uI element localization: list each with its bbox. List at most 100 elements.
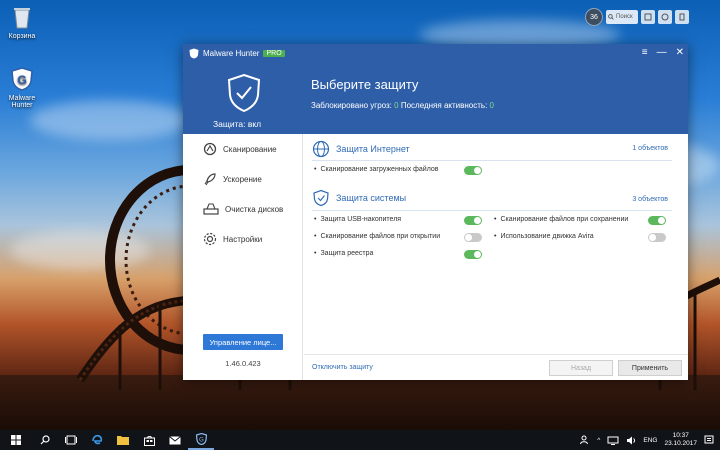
option-label: Сканирование загруженных файлов [320, 166, 439, 173]
protection-status: Защита: вкл [213, 119, 262, 129]
desktop-icon-label: Malware Hunter [8, 95, 36, 109]
sidebar-item-label: Очистка дисков [225, 204, 284, 214]
sidebar-item-label: Настройки [223, 234, 263, 244]
toggle-scan-on-open[interactable] [464, 233, 482, 242]
toggle-registry-protection[interactable] [464, 250, 482, 259]
svg-text:G: G [199, 438, 204, 444]
toggle-scan-on-save[interactable] [648, 216, 666, 225]
title-bar[interactable]: Malware Hunter PRO ≡ — ✕ [183, 44, 688, 63]
disk-clean-icon [203, 203, 219, 215]
malware-hunter-window: Malware Hunter PRO ≡ — ✕ Защита: вкл Выб… [183, 44, 688, 380]
circle-icon [661, 13, 669, 21]
start-button[interactable] [0, 430, 32, 450]
toggle-avira-engine[interactable] [648, 233, 666, 242]
desktop-icon-label: Корзина [8, 33, 36, 40]
sidebar-item-label: Ускорение [223, 174, 262, 184]
divider [312, 210, 672, 211]
section-title: Защита системы [336, 193, 407, 203]
desktop-icon-malware-hunter[interactable]: G Malware Hunter [0, 66, 44, 109]
search-icon [608, 14, 614, 20]
task-view-button[interactable] [58, 430, 84, 450]
malware-hunter-icon: G [195, 433, 207, 445]
page-title: Выберите защиту [311, 77, 419, 92]
edge-browser-icon [92, 434, 103, 445]
taskbar-malware-hunter[interactable]: G [188, 430, 214, 450]
recycle-bin-icon [9, 4, 35, 30]
sidebar-item-disk-clean[interactable]: Очистка дисков [183, 194, 302, 224]
blocked-label: Заблокировано угроз: [311, 101, 392, 110]
system-section-header: Защита системы [312, 189, 406, 207]
option-label: Защита реестра [320, 250, 374, 257]
volume-icon[interactable] [626, 436, 636, 445]
toggle-scan-downloads[interactable] [464, 166, 482, 175]
widget-button-3[interactable] [675, 10, 689, 24]
shield-check-icon [227, 73, 261, 113]
taskbar-edge[interactable] [84, 430, 110, 450]
option-label: Защита USB-накопителя [320, 216, 402, 223]
rocket-icon [204, 173, 216, 186]
store-icon [143, 435, 155, 446]
divider [312, 160, 672, 161]
blocked-value: 0 [394, 101, 399, 110]
sidebar-item-label: Сканирование [223, 144, 277, 154]
search-icon [40, 435, 50, 445]
clock[interactable]: 10:37 23.10.2017 [664, 432, 697, 448]
option-registry-protection: • Защита реестра [314, 250, 374, 257]
app-logo-icon [189, 48, 199, 59]
widget-search[interactable]: Поиск [606, 10, 638, 24]
people-icon[interactable] [580, 435, 590, 445]
system-tray: ^ ENG 10:37 23.10.2017 [580, 430, 720, 450]
activity-label: Последняя активность: [400, 101, 488, 110]
sidebar-item-scan[interactable]: Сканирование [183, 134, 302, 164]
internet-section-header: Защита Интернет [312, 140, 410, 158]
desktop-widget: 36 Поиск [585, 8, 689, 26]
activity-value: 0 [489, 101, 494, 110]
notification-badge[interactable]: 36 [585, 8, 603, 26]
option-scan-downloads: • Сканирование загруженных файлов [314, 166, 439, 173]
system-count: 3 объектов [632, 196, 668, 203]
back-button[interactable]: Назад [549, 360, 613, 376]
edition-badge: PRO [263, 50, 285, 57]
section-title: Защита Интернет [336, 144, 410, 154]
taskbar-store[interactable] [136, 430, 162, 450]
close-button[interactable]: ✕ [676, 47, 684, 58]
action-center-icon[interactable] [704, 435, 714, 445]
internet-count: 1 объектов [632, 145, 668, 152]
show-hidden-icons[interactable]: ^ [597, 437, 600, 444]
windows-logo-icon [11, 435, 21, 445]
minimize-button[interactable]: — [657, 47, 667, 58]
network-icon[interactable] [607, 436, 619, 445]
manage-license-button[interactable]: Управление лице... [203, 334, 283, 350]
toggle-usb-protection[interactable] [464, 216, 482, 225]
stats-line: Заблокировано угроз: 0 Последняя активно… [311, 101, 494, 110]
globe-icon [312, 140, 330, 158]
app-name: Malware Hunter [203, 49, 260, 58]
option-label: Сканирование файлов при открытии [320, 233, 441, 240]
protection-header: Защита: вкл Выберите защиту Заблокирован… [183, 63, 688, 134]
taskbar: G ^ ENG 10:37 23.10.2017 [0, 430, 720, 450]
grid-icon [644, 13, 652, 21]
widget-button-1[interactable] [641, 10, 655, 24]
menu-button[interactable]: ≡ [642, 47, 648, 58]
protection-panel: Защита Интернет 1 объектов • Сканирование… [304, 134, 688, 354]
gear-icon [203, 232, 217, 246]
disable-protection-link[interactable]: Отключить защиту [312, 364, 373, 371]
sidebar-item-settings[interactable]: Настройки [183, 224, 302, 254]
desktop-icon-recycle-bin[interactable]: Корзина [0, 4, 44, 40]
option-label: Сканирование файлов при сохранении [500, 216, 629, 223]
widget-button-2[interactable] [658, 10, 672, 24]
option-avira-engine: • Использование движка Avira [494, 233, 594, 240]
taskbar-mail[interactable] [162, 430, 188, 450]
sidebar-item-boost[interactable]: Ускорение [183, 164, 302, 194]
version-label: 1.46.0.423 [225, 359, 261, 368]
option-usb-protection: • Защита USB-накопителя [314, 216, 402, 223]
mail-icon [169, 435, 181, 444]
taskbar-search-button[interactable] [32, 430, 58, 450]
clock-time: 10:37 [672, 432, 689, 439]
apply-button[interactable]: Применить [618, 360, 682, 376]
language-indicator[interactable]: ENG [643, 437, 657, 444]
scan-icon [203, 142, 217, 156]
footer-bar: Отключить защиту Назад Применить [304, 354, 688, 380]
option-scan-on-save: • Сканирование файлов при сохранении [494, 216, 629, 223]
taskbar-explorer[interactable] [110, 430, 136, 450]
